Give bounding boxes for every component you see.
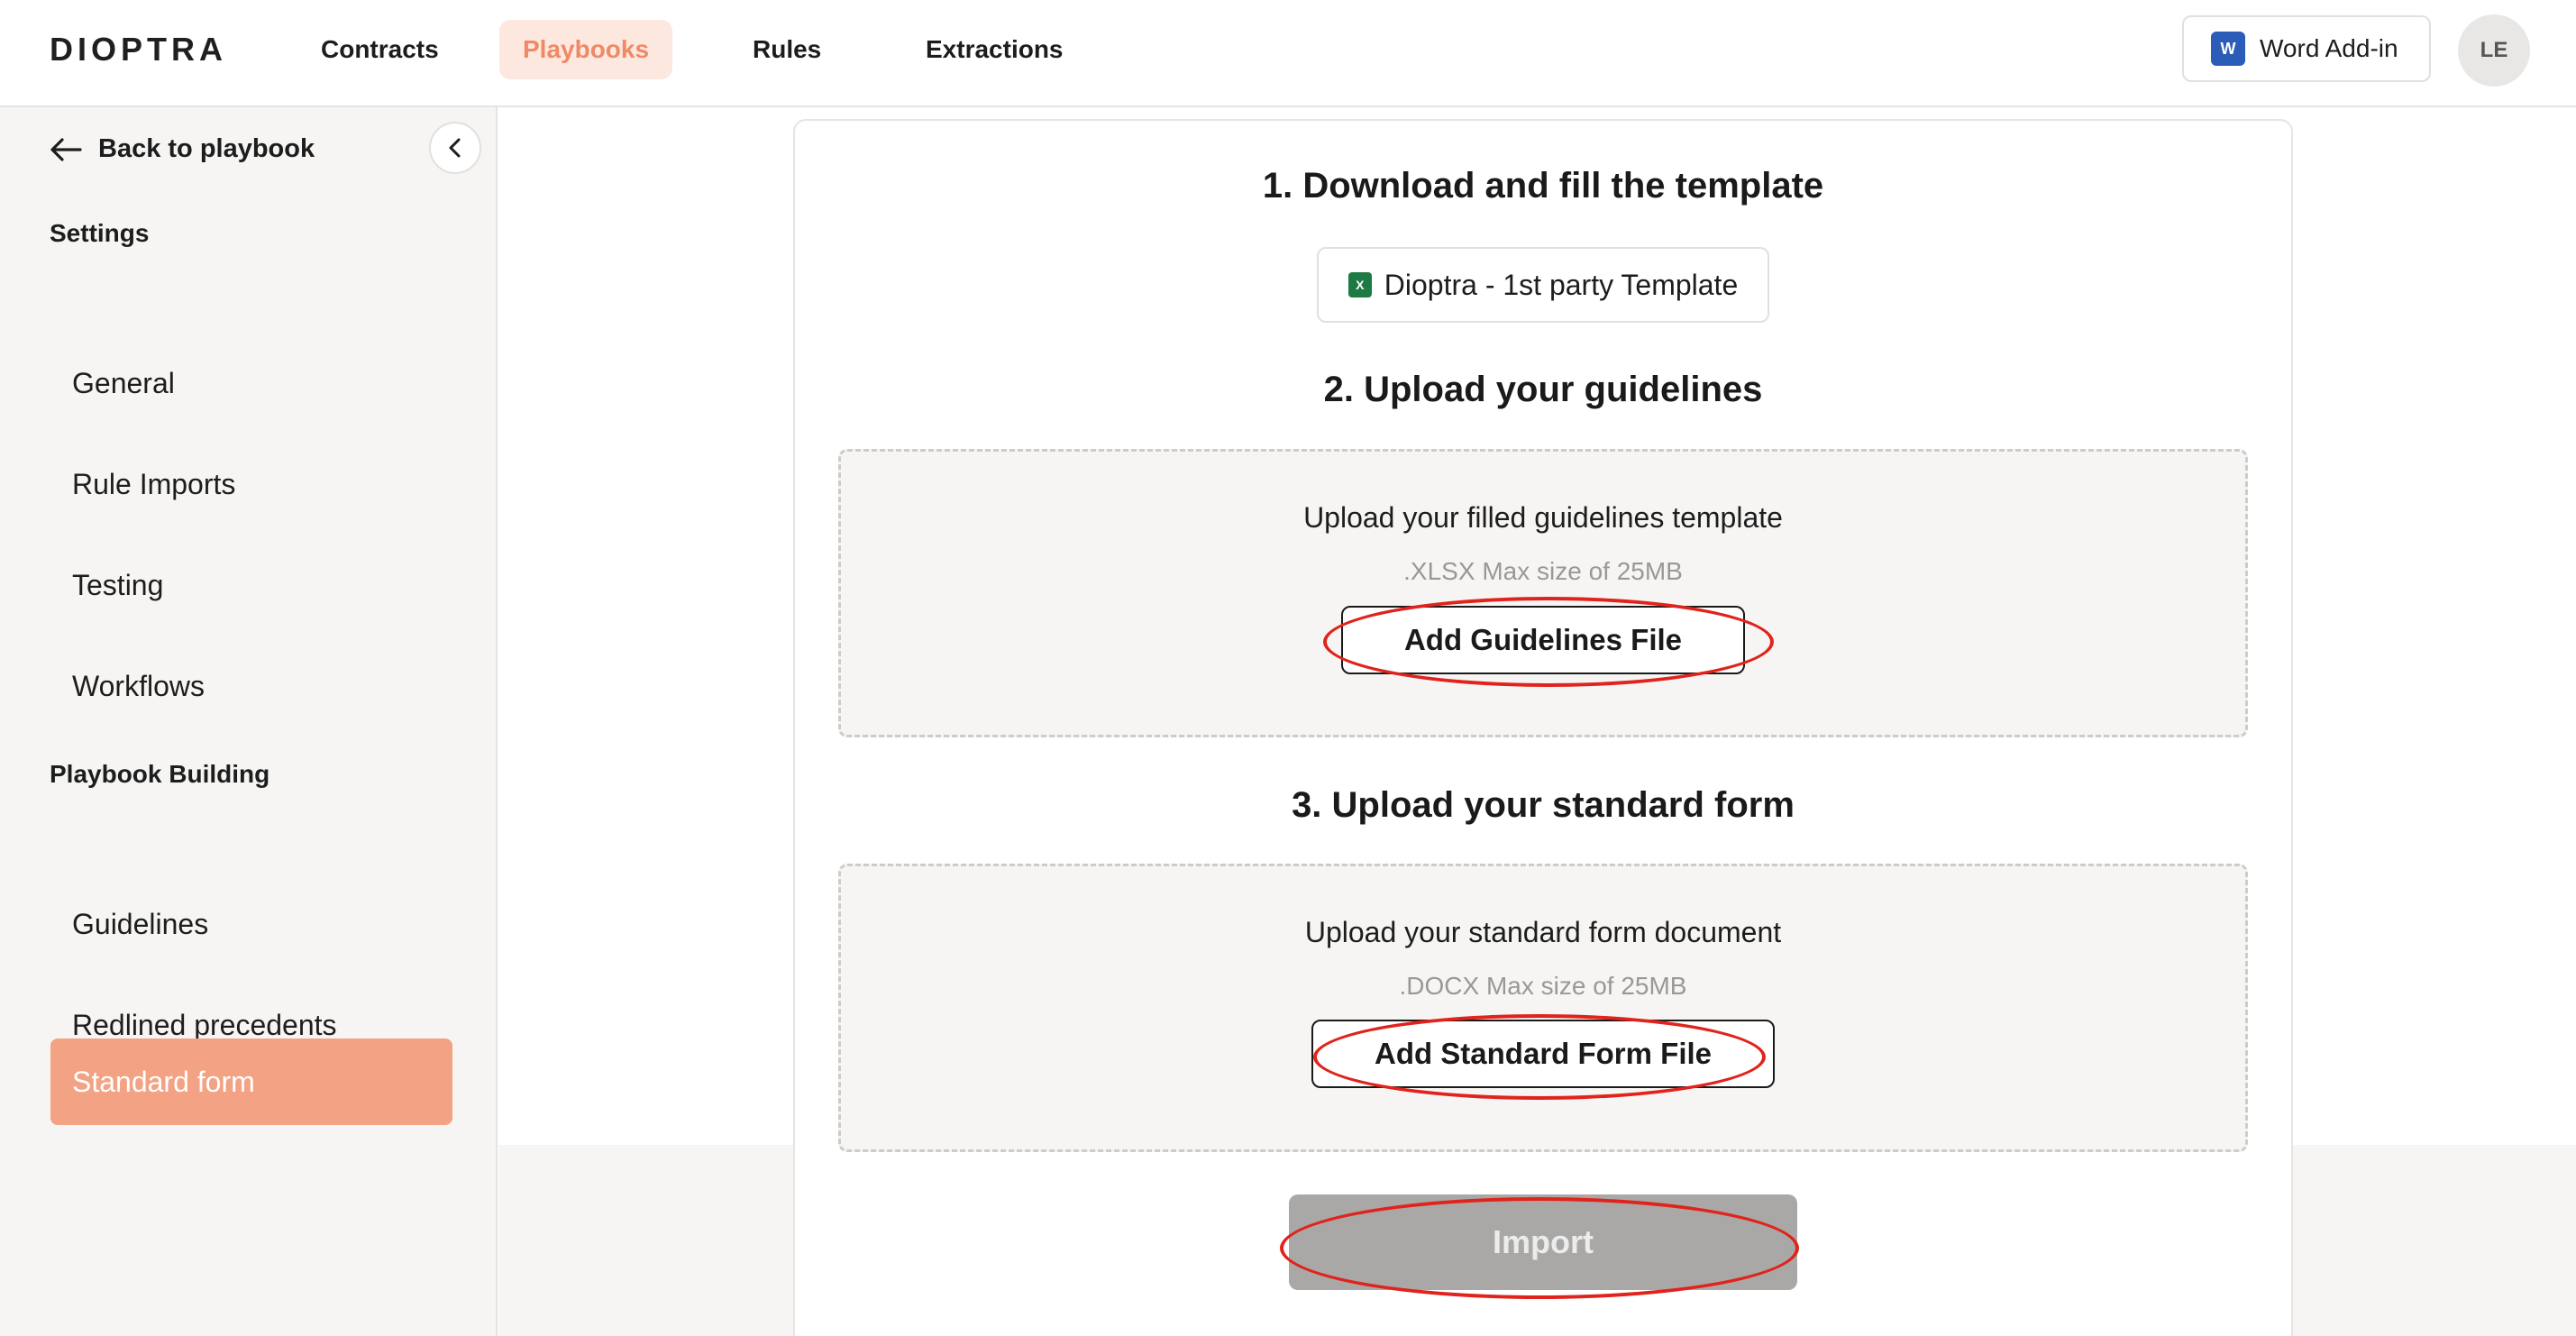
sidebar-item-general[interactable]: General (50, 340, 452, 426)
guidelines-format: .XLSX Max size of 25MB (1403, 557, 1683, 585)
download-template-button[interactable]: X Dioptra - 1st party Template (1317, 247, 1769, 323)
standard-form-prompt: Upload your standard form document (1304, 916, 1782, 948)
template-label: Dioptra - 1st party Template (1384, 268, 1739, 301)
step3-title: 3. Upload your standard form (1292, 785, 1795, 825)
step1-title: 1. Download and fill the template (1262, 166, 1824, 206)
sidebar-item-testing[interactable]: Testing (50, 542, 452, 628)
sidebar-item-rule-imports[interactable]: Rule Imports (50, 441, 452, 527)
collapse-sidebar-button[interactable] (429, 122, 481, 174)
step2-title: 2. Upload your guidelines (1323, 370, 1763, 409)
nav-playbooks[interactable]: Playbooks (499, 20, 673, 79)
nav-rules[interactable]: Rules (729, 20, 845, 79)
sidebar: Back to playbook Settings General Rule I… (0, 107, 498, 1336)
user-avatar[interactable]: LE (2458, 14, 2530, 87)
top-header: DIOPTRA Contracts Playbooks Rules Extrac… (0, 0, 2576, 107)
dioptra-logo[interactable]: DIOPTRA (50, 31, 227, 69)
sidebar-item-guidelines[interactable]: Guidelines (50, 881, 452, 967)
guidelines-prompt: Upload your filled guidelines template (1303, 501, 1783, 534)
add-guidelines-file-button[interactable]: Add Guidelines File (1341, 606, 1745, 674)
sidebar-item-workflows[interactable]: Workflows (50, 643, 452, 729)
excel-icon: X (1347, 272, 1372, 297)
standard-form-format: .DOCX Max size of 25MB (1399, 972, 1687, 1000)
import-button[interactable]: Import (1289, 1194, 1797, 1290)
arrow-left-icon (50, 137, 82, 161)
guidelines-dropzone[interactable] (838, 449, 2248, 737)
chevron-left-icon (449, 138, 461, 158)
settings-section-title: Settings (50, 219, 150, 247)
playbook-building-section-title: Playbook Building (50, 760, 270, 788)
word-addin-button[interactable]: W Word Add-in (2182, 15, 2431, 82)
sidebar-item-standard-form[interactable]: Standard form (50, 1039, 452, 1125)
nav-extractions[interactable]: Extractions (902, 20, 1087, 79)
standard-form-dropzone[interactable] (838, 864, 2248, 1152)
back-to-playbook-link[interactable]: Back to playbook (50, 134, 315, 164)
back-label: Back to playbook (98, 134, 315, 163)
add-standard-form-file-button[interactable]: Add Standard Form File (1311, 1020, 1775, 1088)
word-addin-label: Word Add-in (2260, 34, 2398, 62)
nav-contracts[interactable]: Contracts (297, 20, 462, 79)
word-icon: W (2211, 32, 2251, 66)
